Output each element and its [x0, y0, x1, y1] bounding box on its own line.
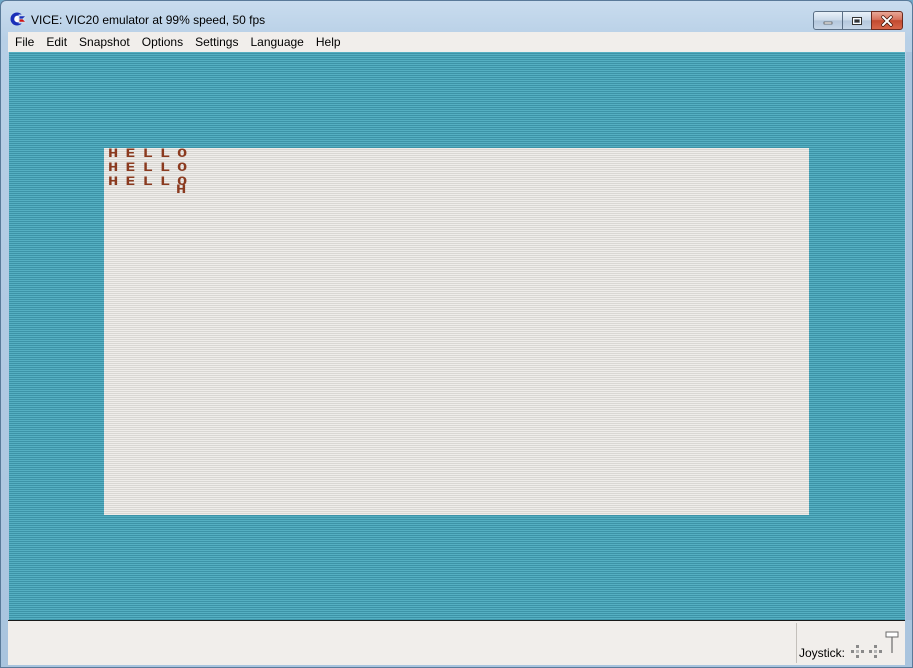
- emulator-display[interactable]: HELLO HELLO HELLO H: [9, 52, 905, 620]
- menu-snapshot[interactable]: Snapshot: [73, 32, 136, 52]
- tape-icon[interactable]: [885, 631, 899, 655]
- joystick-port-2-icon: [869, 645, 882, 658]
- status-divider: [796, 623, 797, 663]
- window-controls: [813, 11, 903, 30]
- commodore-icon[interactable]: [10, 11, 26, 27]
- minimize-icon: [823, 21, 833, 24]
- minimize-button[interactable]: [813, 11, 843, 30]
- screen-line-2: HELLO: [108, 161, 195, 175]
- menu-settings[interactable]: Settings: [189, 32, 244, 52]
- menu-options[interactable]: Options: [136, 32, 189, 52]
- menu-file[interactable]: File: [8, 32, 40, 52]
- menu-help[interactable]: Help: [310, 32, 347, 52]
- maximize-icon: [852, 16, 862, 25]
- maximize-button[interactable]: [842, 11, 872, 30]
- status-bar: Joystick:: [8, 620, 905, 665]
- title-bar[interactable]: VICE: VIC20 emulator at 99% speed, 50 fp…: [1, 1, 912, 33]
- menu-edit[interactable]: Edit: [40, 32, 73, 52]
- screen-line-1: HELLO: [108, 147, 195, 161]
- window-edge: [906, 52, 912, 620]
- window-title: VICE: VIC20 emulator at 99% speed, 50 fp…: [31, 13, 266, 27]
- menu-language[interactable]: Language: [244, 32, 309, 52]
- joystick-label: Joystick:: [799, 646, 846, 660]
- emulator-window: VICE: VIC20 emulator at 99% speed, 50 fp…: [0, 0, 913, 668]
- menu-bar: File Edit Snapshot Options Settings Lang…: [8, 32, 905, 52]
- vic20-text-screen: HELLO HELLO HELLO H: [104, 148, 809, 515]
- screen-stray-char: H: [176, 183, 187, 197]
- close-icon: [881, 14, 893, 27]
- joystick-port-1-icon: [851, 645, 864, 658]
- close-button[interactable]: [871, 11, 903, 30]
